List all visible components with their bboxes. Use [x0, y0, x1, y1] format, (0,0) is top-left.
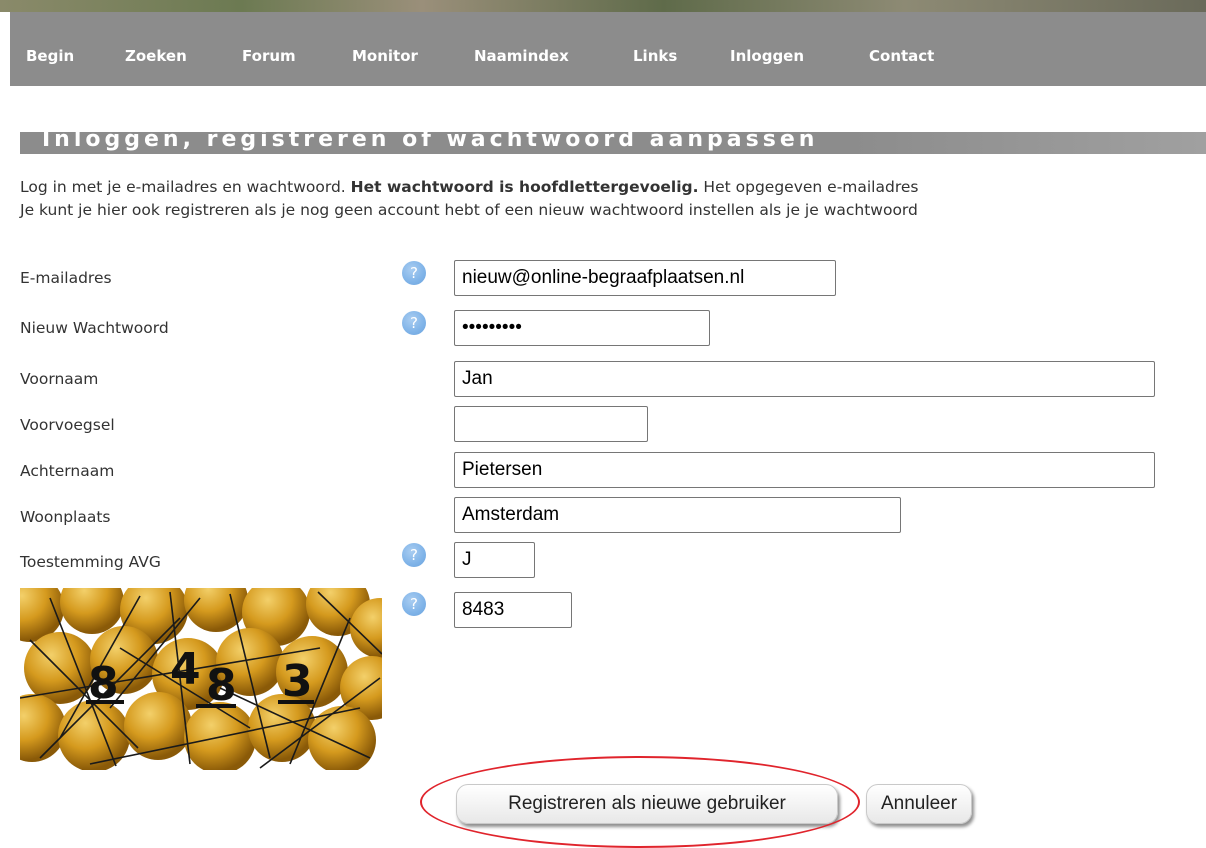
lastname-field[interactable]	[454, 452, 1155, 488]
nav-zoeken[interactable]: Zoeken	[125, 47, 187, 65]
nav-naamindex[interactable]: Naamindex	[474, 47, 569, 65]
prefix-label: Voorvoegsel	[20, 416, 115, 434]
intro-text: Log in met je e-mailadres en wachtwoord.	[20, 178, 351, 196]
help-question-icon[interactable]: ?	[402, 543, 426, 567]
intro-line-1: Log in met je e-mailadres en wachtwoord.…	[20, 178, 918, 196]
nav-begin[interactable]: Begin	[26, 47, 74, 65]
consent-label: Toestemming AVG	[20, 553, 161, 571]
lastname-label: Achternaam	[20, 462, 115, 480]
intro-text-end: Het opgegeven e-mailadres	[698, 178, 919, 196]
email-field[interactable]	[454, 260, 836, 296]
firstname-label: Voornaam	[20, 370, 99, 388]
nav-monitor[interactable]: Monitor	[352, 47, 418, 65]
help-question-icon[interactable]: ?	[402, 592, 426, 616]
captcha-char: 4	[170, 644, 201, 695]
nav-inloggen[interactable]: Inloggen	[730, 47, 804, 65]
main-navigation: Begin Zoeken Forum Monitor Naamindex Lin…	[10, 12, 1206, 86]
captcha-graphic: 8 4 8 3	[20, 588, 382, 770]
password-label: Nieuw Wachtwoord	[20, 319, 169, 337]
captcha-input[interactable]	[454, 592, 572, 628]
header-banner-image	[0, 0, 1206, 12]
nav-forum[interactable]: Forum	[242, 47, 296, 65]
consent-field[interactable]	[454, 542, 535, 578]
cancel-button[interactable]: Annuleer	[866, 784, 972, 824]
captcha-char: 3	[282, 656, 313, 707]
page-title: Inloggen, registreren of wachtwoord aanp…	[42, 127, 819, 152]
prefix-field[interactable]	[454, 406, 648, 442]
city-field[interactable]	[454, 497, 901, 533]
nav-contact[interactable]: Contact	[869, 47, 934, 65]
help-question-icon[interactable]: ?	[402, 311, 426, 335]
captcha-image: 8 4 8 3	[20, 588, 382, 770]
help-question-icon[interactable]: ?	[402, 261, 426, 285]
captcha-char: 8	[206, 660, 237, 711]
intro-line-2: Je kunt je hier ook registreren als je n…	[20, 201, 918, 219]
register-button[interactable]: Registreren als nieuwe gebruiker	[456, 784, 838, 824]
firstname-field[interactable]	[454, 361, 1155, 397]
intro-bold-text: Het wachtwoord is hoofdlettergevoelig.	[350, 178, 699, 196]
email-label: E-mailadres	[20, 269, 112, 287]
password-field[interactable]	[454, 310, 710, 346]
nav-links[interactable]: Links	[633, 47, 677, 65]
city-label: Woonplaats	[20, 508, 111, 526]
